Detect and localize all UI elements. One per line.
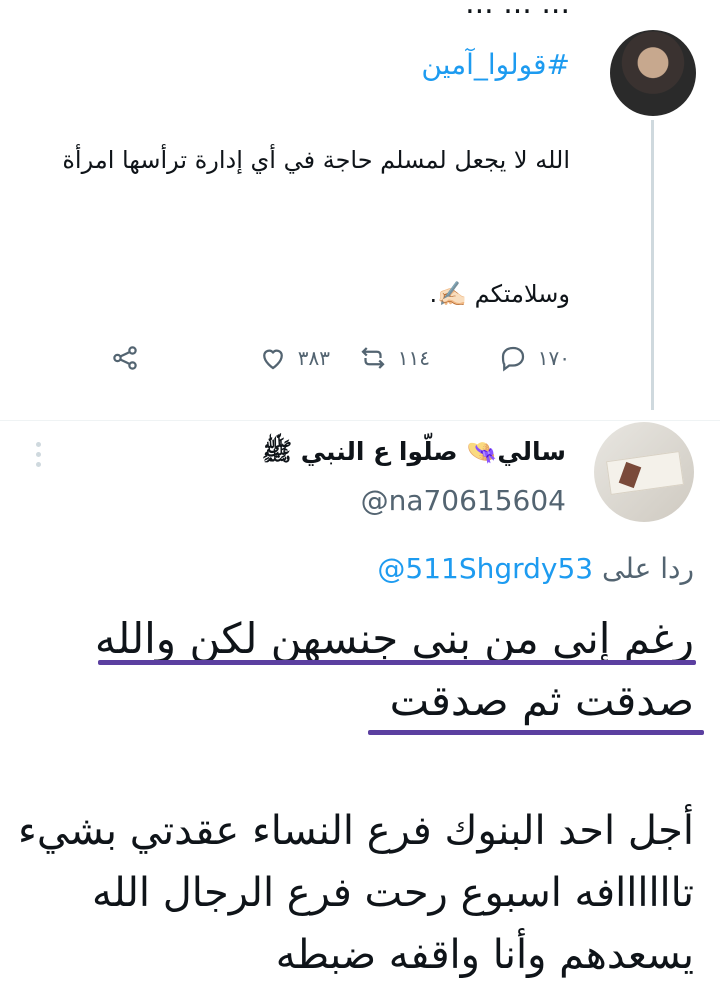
hashtag-link[interactable]: #قولوا_آمين [421, 48, 570, 81]
avatar-card-graphic [605, 451, 685, 495]
display-name[interactable]: سالي👒 صلّوا ع النبي ﷺ [262, 436, 566, 473]
user-handle[interactable]: @na70615604 [361, 484, 566, 517]
mention-link[interactable]: @511Shgrdy53 [377, 552, 593, 585]
like-count: ٣٨٣ [297, 346, 330, 370]
divider [0, 420, 720, 421]
reply-icon [501, 346, 524, 372]
retweet-count: ١١٤ [397, 346, 430, 370]
tweet-body: أجل احد البنوك فرع النساء عقدتي بشيء تاا… [18, 808, 694, 978]
reply-button[interactable]: ١٧٠ [498, 338, 570, 378]
retweet-icon [361, 347, 385, 369]
tweet-line-2: صدقت ثم صدقت [389, 676, 694, 725]
share-button[interactable] [110, 338, 140, 378]
replying-to: ردا على @511Shgrdy53 [377, 552, 694, 585]
tweet-sign-off: وسلامتكم ✍🏻. [429, 280, 570, 308]
tweet-text: الله لا يجعل لمسلم حاجة في أي إدارة ترأس… [62, 146, 570, 174]
tweet-line-1: رغم إني من بنى جنسهن لكن والله [94, 614, 694, 663]
replying-prefix: ردا على [602, 552, 694, 585]
avatar[interactable] [610, 30, 696, 116]
avatar[interactable] [594, 422, 694, 522]
tweet-actions: ١٧٠ ١١٤ ٣٨٣ [100, 338, 570, 378]
retweet-button[interactable]: ١١٤ [358, 338, 430, 378]
highlight-underline [98, 660, 696, 665]
share-icon [113, 346, 137, 370]
highlight-underline [368, 730, 704, 735]
like-button[interactable]: ٣٨٣ [258, 338, 330, 378]
thread-connector [651, 120, 654, 410]
like-icon [262, 349, 283, 370]
previous-author-name-cut: ... ... ... [465, 0, 570, 21]
reply-count: ١٧٠ [537, 346, 570, 370]
more-icon[interactable] [30, 440, 46, 470]
